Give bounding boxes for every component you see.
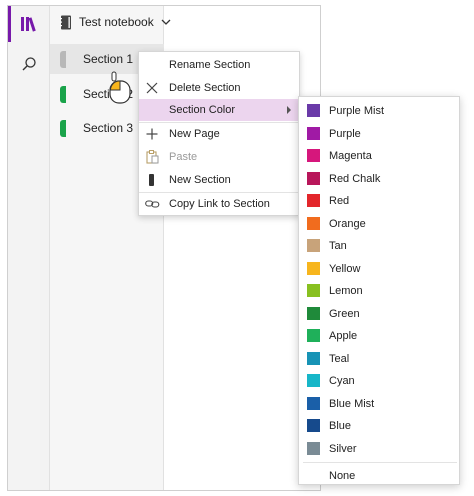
color-option-label: Yellow xyxy=(329,262,361,275)
color-swatch xyxy=(307,396,320,410)
search-icon xyxy=(22,57,36,71)
section-label: Section 3 xyxy=(83,121,134,135)
search-button[interactable] xyxy=(8,46,50,82)
notebook-icon xyxy=(60,15,71,29)
color-option-label: Blue Mist xyxy=(329,397,375,410)
link-icon xyxy=(144,196,160,212)
color-option[interactable]: Tan xyxy=(299,235,459,257)
notebooks-button[interactable] xyxy=(8,6,50,42)
color-option-label: Green xyxy=(329,307,360,320)
color-option[interactable]: Yellow xyxy=(299,258,459,280)
color-option[interactable]: Purple Mist xyxy=(299,100,459,122)
color-option[interactable]: Apple xyxy=(299,325,459,347)
nav-rail xyxy=(8,6,50,490)
color-swatch xyxy=(307,239,320,252)
color-option[interactable]: Red xyxy=(299,190,459,212)
menu-item-label: Copy Link to Section xyxy=(169,198,270,210)
section-color-submenu: Purple Mist Purple Magenta Red Chalk Red Oran… xyxy=(298,96,460,485)
plus-icon xyxy=(144,126,160,142)
color-option-label: Blue xyxy=(329,420,352,432)
menu-item-label: Rename Section xyxy=(169,59,251,71)
color-swatch xyxy=(307,441,320,455)
new-section-icon xyxy=(144,172,160,188)
mouse-cursor-icon xyxy=(109,71,131,104)
color-option-label: Purple Mist xyxy=(329,105,385,117)
menu-item-label: Paste xyxy=(169,151,198,163)
section-context-menu: Rename Section Delete Section Section Co… xyxy=(138,51,300,216)
notebooks-icon xyxy=(21,17,36,32)
color-option-label: Cyan xyxy=(329,375,355,387)
color-option-label: Apple xyxy=(329,330,358,342)
delete-section-item[interactable]: Delete Section xyxy=(139,77,299,99)
menu-divider xyxy=(303,462,457,463)
color-option[interactable]: Silver xyxy=(299,438,459,460)
color-option[interactable]: Blue xyxy=(299,415,459,437)
color-option-label: Purple xyxy=(329,127,361,140)
color-option[interactable]: Lemon xyxy=(299,280,459,302)
color-option[interactable]: Magenta xyxy=(299,145,459,167)
color-option[interactable]: Teal xyxy=(299,348,459,370)
color-option-label: Magenta xyxy=(329,150,372,162)
new-section-item[interactable]: New Section xyxy=(139,169,299,191)
color-option-label: Orange xyxy=(329,217,366,230)
color-swatch xyxy=(307,194,320,207)
color-swatch xyxy=(307,419,320,432)
notebook-title: Test notebook xyxy=(79,15,154,29)
color-option[interactable]: Blue Mist xyxy=(299,393,459,415)
color-swatch xyxy=(307,306,320,320)
menu-item-label: Section Color xyxy=(169,104,236,116)
notebook-header[interactable]: Test notebook xyxy=(50,6,320,38)
color-swatch xyxy=(307,374,320,387)
color-swatch xyxy=(307,104,320,117)
active-indicator xyxy=(8,6,11,42)
section-color-tab xyxy=(60,51,66,68)
color-option-label: Tan xyxy=(329,240,347,252)
new-page-item[interactable]: New Page xyxy=(139,123,299,145)
color-option-label: Silver xyxy=(329,442,357,455)
color-option[interactable]: Cyan xyxy=(299,370,459,392)
paste-icon xyxy=(144,149,160,165)
color-option-label: Teal xyxy=(329,352,350,365)
color-option[interactable]: Orange xyxy=(299,213,459,235)
color-swatch xyxy=(307,261,320,275)
color-option[interactable]: None xyxy=(299,465,459,487)
color-option-label: None xyxy=(329,470,356,482)
chevron-down-icon xyxy=(161,19,171,25)
rename-section-item[interactable]: Rename Section xyxy=(139,54,299,76)
menu-item-label: New Page xyxy=(169,128,220,140)
color-swatch xyxy=(307,329,320,342)
section-color-tab xyxy=(60,86,66,103)
color-option-label: Red Chalk xyxy=(329,172,381,185)
paste-item[interactable]: Paste xyxy=(139,146,299,168)
color-option-label: Lemon xyxy=(329,285,363,297)
color-swatch xyxy=(307,126,320,140)
close-icon xyxy=(144,80,160,96)
color-option[interactable]: Purple xyxy=(299,123,459,145)
section-label: Section 1 xyxy=(83,52,134,66)
color-option[interactable]: Green xyxy=(299,303,459,325)
color-swatch xyxy=(307,149,320,162)
menu-item-label: Delete Section xyxy=(169,82,241,94)
color-swatch xyxy=(307,284,320,297)
submenu-arrow-icon xyxy=(287,106,291,114)
section-color-tab xyxy=(60,120,66,137)
color-option-label: Red xyxy=(329,195,350,207)
section-color-item[interactable]: Section Color xyxy=(139,99,299,121)
color-swatch xyxy=(307,171,320,185)
copy-link-item[interactable]: Copy Link to Section xyxy=(139,193,299,215)
color-swatch xyxy=(307,351,320,365)
menu-item-label: New Section xyxy=(169,174,231,186)
color-swatch xyxy=(307,216,320,230)
color-option[interactable]: Red Chalk xyxy=(299,168,459,190)
